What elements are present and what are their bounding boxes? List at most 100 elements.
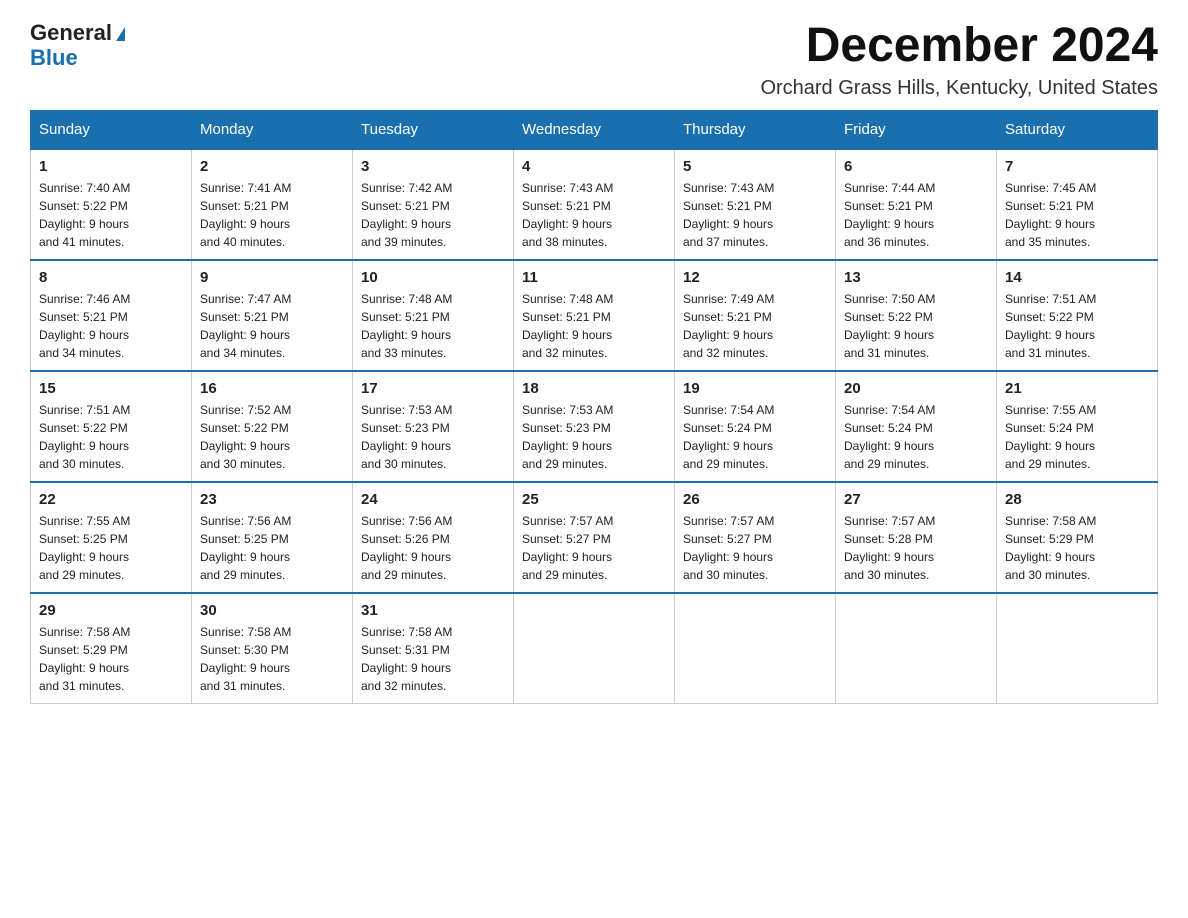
day-info: Sunrise: 7:56 AMSunset: 5:26 PMDaylight:… — [361, 512, 505, 584]
day-number: 8 — [39, 269, 183, 286]
day-cell-4: 4Sunrise: 7:43 AMSunset: 5:21 PMDaylight… — [514, 149, 675, 260]
logo-blue: Blue — [30, 45, 78, 70]
day-info: Sunrise: 7:54 AMSunset: 5:24 PMDaylight:… — [683, 401, 827, 473]
day-cell-10: 10 Sunrise: 7:48 AMSunset: 5:21 PMDayligh… — [353, 260, 514, 371]
weekday-header-monday: Monday — [192, 110, 353, 149]
day-number: 16 — [200, 380, 344, 397]
day-cell-23: 23Sunrise: 7:56 AMSunset: 5:25 PMDayligh… — [192, 482, 353, 593]
day-number: 31 — [361, 602, 505, 619]
weekday-header-friday: Friday — [836, 110, 997, 149]
weekday-header-thursday: Thursday — [675, 110, 836, 149]
week-row-5: 29 Sunrise: 7:58 AMSunset: 5:29 PMDayligh… — [31, 593, 1158, 704]
day-number: 29 — [39, 602, 183, 619]
day-cell-14: 14 Sunrise: 7:51 AMSunset: 5:22 PMDayligh… — [997, 260, 1158, 371]
day-cell-2: 2 Sunrise: 7:41 AMSunset: 5:21 PMDaylight… — [192, 149, 353, 260]
day-number: 11 — [522, 269, 666, 286]
day-info: Sunrise: 7:58 AMSunset: 5:29 PMDaylight:… — [39, 623, 183, 695]
day-info: Sunrise: 7:49 AMSunset: 5:21 PMDaylight:… — [683, 290, 827, 362]
day-cell-24: 24Sunrise: 7:56 AMSunset: 5:26 PMDayligh… — [353, 482, 514, 593]
day-cell-7: 7 Sunrise: 7:45 AMSunset: 5:21 PMDaylight… — [997, 149, 1158, 260]
day-info: Sunrise: 7:56 AMSunset: 5:25 PMDaylight:… — [200, 512, 344, 584]
day-info: Sunrise: 7:50 AMSunset: 5:22 PMDaylight:… — [844, 290, 988, 362]
weekday-header-saturday: Saturday — [997, 110, 1158, 149]
day-number: 21 — [1005, 380, 1149, 397]
day-cell-3: 3Sunrise: 7:42 AMSunset: 5:21 PMDaylight… — [353, 149, 514, 260]
day-cell-22: 22 Sunrise: 7:55 AMSunset: 5:25 PMDayligh… — [31, 482, 192, 593]
day-info: Sunrise: 7:48 AMSunset: 5:21 PMDaylight:… — [361, 290, 505, 362]
day-info: Sunrise: 7:44 AMSunset: 5:21 PMDaylight:… — [844, 179, 988, 251]
day-cell-15: 15Sunrise: 7:51 AMSunset: 5:22 PMDayligh… — [31, 371, 192, 482]
logo-general: General — [30, 20, 112, 45]
day-number: 17 — [361, 380, 505, 397]
day-info: Sunrise: 7:55 AMSunset: 5:25 PMDaylight:… — [39, 512, 183, 584]
weekday-header-tuesday: Tuesday — [353, 110, 514, 149]
day-info: Sunrise: 7:51 AMSunset: 5:22 PMDaylight:… — [1005, 290, 1149, 362]
day-number: 1 — [39, 158, 183, 175]
day-cell-27: 27 Sunrise: 7:57 AMSunset: 5:28 PMDayligh… — [836, 482, 997, 593]
day-info: Sunrise: 7:58 AMSunset: 5:29 PMDaylight:… — [1005, 512, 1149, 584]
week-row-1: 1 Sunrise: 7:40 AMSunset: 5:22 PMDaylight… — [31, 149, 1158, 260]
day-info: Sunrise: 7:53 AMSunset: 5:23 PMDaylight:… — [361, 401, 505, 473]
day-cell-16: 16 Sunrise: 7:52 AMSunset: 5:22 PMDayligh… — [192, 371, 353, 482]
day-info: Sunrise: 7:57 AMSunset: 5:27 PMDaylight:… — [522, 512, 666, 584]
empty-cell — [836, 593, 997, 704]
week-row-3: 15Sunrise: 7:51 AMSunset: 5:22 PMDayligh… — [31, 371, 1158, 482]
day-cell-31: 31 Sunrise: 7:58 AMSunset: 5:31 PMDayligh… — [353, 593, 514, 704]
day-number: 18 — [522, 380, 666, 397]
day-cell-29: 29 Sunrise: 7:58 AMSunset: 5:29 PMDayligh… — [31, 593, 192, 704]
day-number: 2 — [200, 158, 344, 175]
day-cell-18: 18 Sunrise: 7:53 AMSunset: 5:23 PMDayligh… — [514, 371, 675, 482]
day-cell-26: 26Sunrise: 7:57 AMSunset: 5:27 PMDayligh… — [675, 482, 836, 593]
day-cell-13: 13 Sunrise: 7:50 AMSunset: 5:22 PMDayligh… — [836, 260, 997, 371]
day-cell-6: 6Sunrise: 7:44 AMSunset: 5:21 PMDaylight… — [836, 149, 997, 260]
day-cell-8: 8Sunrise: 7:46 AMSunset: 5:21 PMDaylight… — [31, 260, 192, 371]
day-number: 25 — [522, 491, 666, 508]
day-number: 7 — [1005, 158, 1149, 175]
day-cell-25: 25 Sunrise: 7:57 AMSunset: 5:27 PMDayligh… — [514, 482, 675, 593]
week-row-4: 22 Sunrise: 7:55 AMSunset: 5:25 PMDayligh… — [31, 482, 1158, 593]
day-info: Sunrise: 7:58 AMSunset: 5:30 PMDaylight:… — [200, 623, 344, 695]
day-info: Sunrise: 7:41 AMSunset: 5:21 PMDaylight:… — [200, 179, 344, 251]
day-number: 19 — [683, 380, 827, 397]
day-cell-19: 19 Sunrise: 7:54 AMSunset: 5:24 PMDayligh… — [675, 371, 836, 482]
day-number: 30 — [200, 602, 344, 619]
empty-cell — [997, 593, 1158, 704]
day-info: Sunrise: 7:55 AMSunset: 5:24 PMDaylight:… — [1005, 401, 1149, 473]
day-info: Sunrise: 7:52 AMSunset: 5:22 PMDaylight:… — [200, 401, 344, 473]
day-info: Sunrise: 7:47 AMSunset: 5:21 PMDaylight:… — [200, 290, 344, 362]
day-number: 22 — [39, 491, 183, 508]
day-info: Sunrise: 7:53 AMSunset: 5:23 PMDaylight:… — [522, 401, 666, 473]
title-section: December 2024 Orchard Grass Hills, Kentu… — [760, 20, 1158, 100]
month-title: December 2024 — [760, 20, 1158, 73]
day-number: 15 — [39, 380, 183, 397]
day-number: 28 — [1005, 491, 1149, 508]
empty-cell — [675, 593, 836, 704]
weekday-header-sunday: Sunday — [31, 110, 192, 149]
day-number: 4 — [522, 158, 666, 175]
day-info: Sunrise: 7:57 AMSunset: 5:28 PMDaylight:… — [844, 512, 988, 584]
day-cell-12: 12 Sunrise: 7:49 AMSunset: 5:21 PMDayligh… — [675, 260, 836, 371]
day-info: Sunrise: 7:42 AMSunset: 5:21 PMDaylight:… — [361, 179, 505, 251]
day-cell-5: 5Sunrise: 7:43 AMSunset: 5:21 PMDaylight… — [675, 149, 836, 260]
day-number: 14 — [1005, 269, 1149, 286]
day-cell-1: 1 Sunrise: 7:40 AMSunset: 5:22 PMDaylight… — [31, 149, 192, 260]
day-info: Sunrise: 7:54 AMSunset: 5:24 PMDaylight:… — [844, 401, 988, 473]
day-number: 13 — [844, 269, 988, 286]
weekday-header-wednesday: Wednesday — [514, 110, 675, 149]
day-info: Sunrise: 7:45 AMSunset: 5:21 PMDaylight:… — [1005, 179, 1149, 251]
day-info: Sunrise: 7:40 AMSunset: 5:22 PMDaylight:… — [39, 179, 183, 251]
day-cell-17: 17 Sunrise: 7:53 AMSunset: 5:23 PMDayligh… — [353, 371, 514, 482]
day-number: 27 — [844, 491, 988, 508]
day-number: 10 — [361, 269, 505, 286]
day-number: 12 — [683, 269, 827, 286]
day-info: Sunrise: 7:48 AMSunset: 5:21 PMDaylight:… — [522, 290, 666, 362]
day-number: 5 — [683, 158, 827, 175]
weekday-header-row: SundayMondayTuesdayWednesdayThursdayFrid… — [31, 110, 1158, 149]
day-cell-21: 21 Sunrise: 7:55 AMSunset: 5:24 PMDayligh… — [997, 371, 1158, 482]
day-info: Sunrise: 7:58 AMSunset: 5:31 PMDaylight:… — [361, 623, 505, 695]
day-cell-11: 11 Sunrise: 7:48 AMSunset: 5:21 PMDayligh… — [514, 260, 675, 371]
logo-triangle-icon — [116, 27, 125, 41]
day-number: 20 — [844, 380, 988, 397]
week-row-2: 8Sunrise: 7:46 AMSunset: 5:21 PMDaylight… — [31, 260, 1158, 371]
page-header: General Blue December 2024 Orchard Grass… — [30, 20, 1158, 100]
